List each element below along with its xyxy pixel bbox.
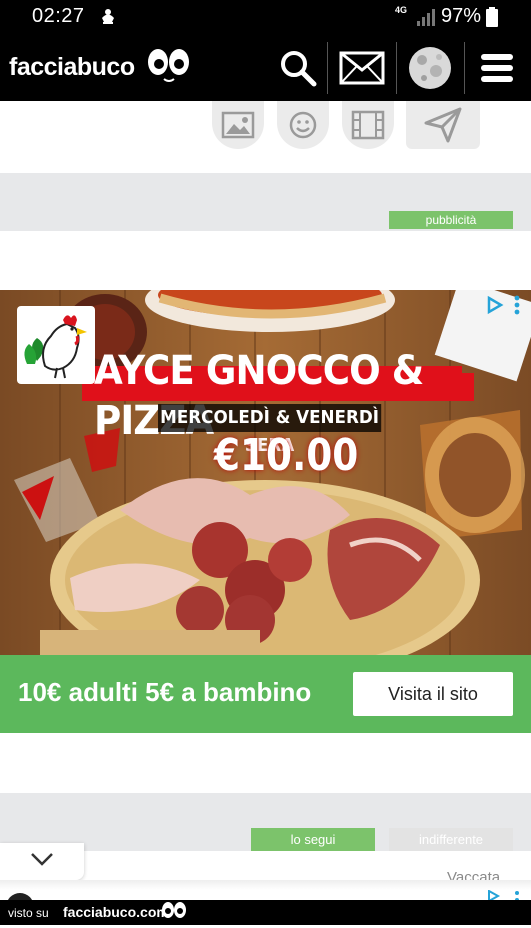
- indifferent-tag[interactable]: indifferente: [389, 828, 513, 851]
- app-header: facciabuco: [0, 34, 531, 101]
- ad-tag: pubblicità: [389, 211, 513, 229]
- menu-icon[interactable]: [471, 42, 523, 94]
- chevron-down-icon: [30, 852, 54, 871]
- battery-level: 97%: [441, 5, 482, 27]
- footer-site: facciabuco.com: [63, 904, 169, 920]
- post-composer: [0, 101, 531, 174]
- ad-subtitle: MERCOLEDÌ & VENERDÌ SERA: [158, 404, 382, 456]
- header-divider: [327, 42, 328, 94]
- search-icon[interactable]: [272, 42, 324, 94]
- mail-icon[interactable]: [336, 42, 388, 94]
- moon-avatar-icon[interactable]: [404, 42, 456, 94]
- ad-price: €10.00: [214, 430, 359, 481]
- brand-name[interactable]: facciabuco: [9, 53, 135, 82]
- header-divider: [396, 42, 397, 94]
- ad-bar-text: 10€ adulti 5€ a bambino: [18, 677, 312, 707]
- footer-watermark: visto su facciabuco.com: [0, 900, 531, 925]
- ad-cta-bar[interactable]: 10€ adulti 5€ a bambino Visita il sito: [0, 655, 531, 733]
- collapse-tab[interactable]: [0, 843, 84, 880]
- video-icon[interactable]: [342, 101, 394, 149]
- clock: 02:27: [32, 5, 85, 27]
- notification-icon: [98, 7, 118, 32]
- battery-icon: [486, 7, 498, 32]
- header-divider: [464, 42, 465, 94]
- logo-eyes-icon[interactable]: [146, 48, 192, 91]
- send-icon[interactable]: [406, 101, 480, 149]
- follow-tag[interactable]: lo segui: [251, 828, 375, 851]
- ad-image[interactable]: AYCE GNOCCO & PIZZA MERCOLEDÌ & VENERDÌ …: [0, 290, 531, 655]
- footer-visto: visto su: [8, 906, 49, 920]
- image-icon[interactable]: [212, 101, 264, 149]
- ad-title: AYCE GNOCCO & PIZZA: [94, 348, 424, 444]
- divider: [0, 880, 531, 890]
- restaurant-logo: [17, 306, 95, 384]
- status-bar: 02:27 4G 97%: [0, 0, 531, 34]
- signal-icon: [416, 8, 436, 31]
- visit-site-button[interactable]: Visita il sito: [353, 672, 513, 716]
- logo-eyes-icon: [161, 901, 187, 928]
- emoji-icon[interactable]: [277, 101, 329, 149]
- network-label: 4G: [395, 5, 408, 15]
- adchoices-icon[interactable]: [486, 294, 526, 321]
